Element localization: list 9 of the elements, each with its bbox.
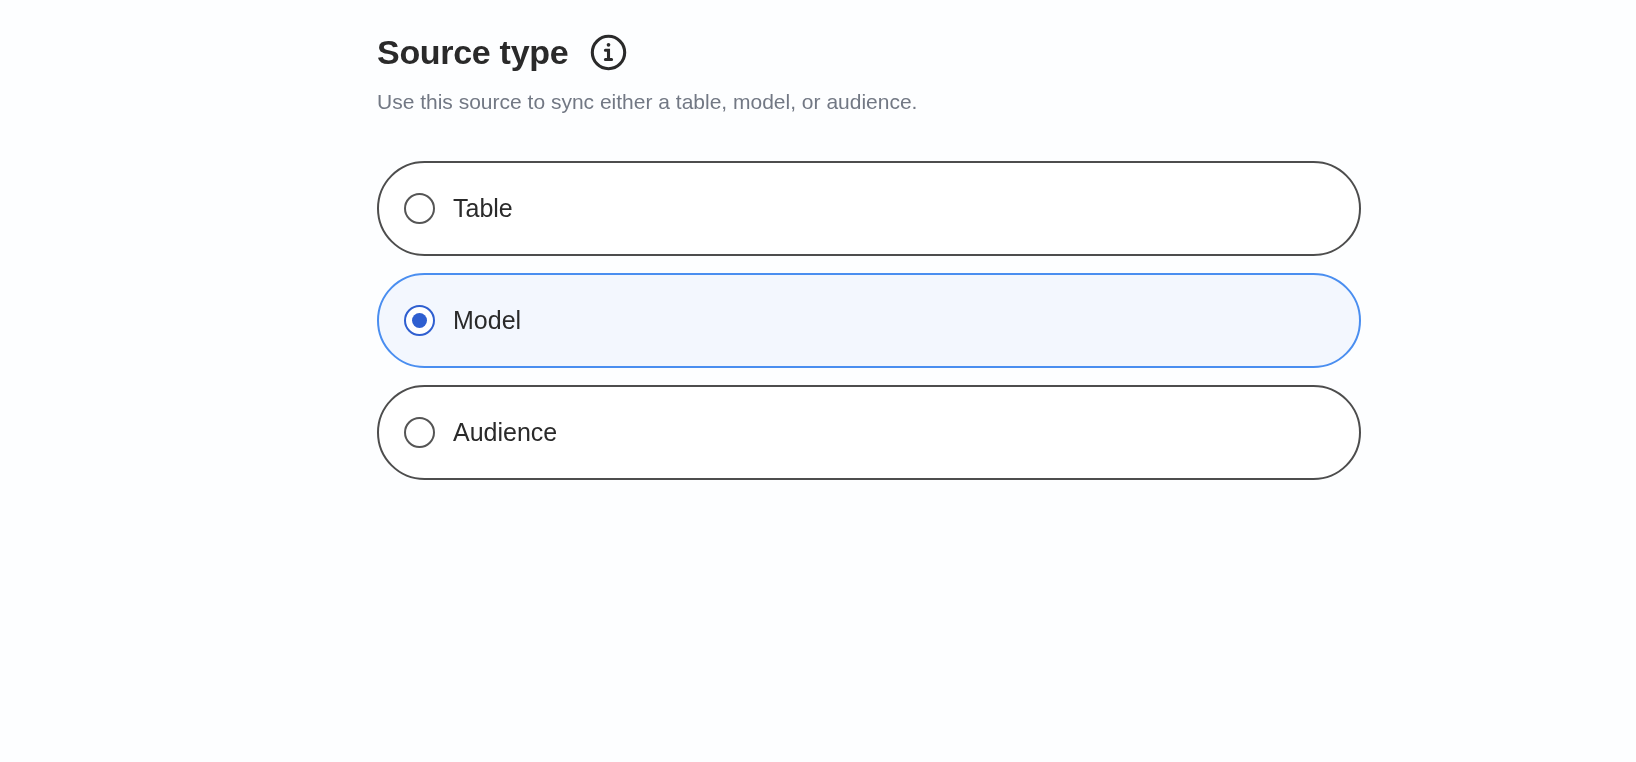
radio-option[interactable]: Table [377, 161, 1361, 256]
section-title: Source type [377, 33, 569, 72]
radio-option[interactable]: Audience [377, 385, 1361, 480]
radio-button[interactable] [404, 305, 435, 336]
section-description: Use this source to sync either a table, model, or audience. [377, 90, 919, 114]
info-icon[interactable] [590, 34, 628, 71]
radio-button[interactable] [404, 417, 435, 448]
radio-option[interactable]: Model [377, 273, 1361, 368]
radio-button[interactable] [404, 193, 435, 224]
